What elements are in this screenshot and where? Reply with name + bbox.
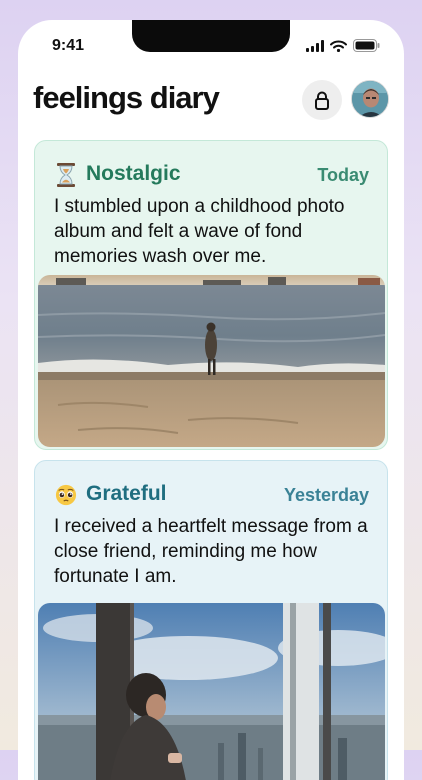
battery-icon: [353, 39, 380, 52]
diary-entry-card[interactable]: Nostalgic Today I stumbled upon a childh…: [34, 140, 388, 450]
entry-photo[interactable]: [38, 603, 385, 780]
phone-screen: 9:41 feelings diary Nostalgic Today I st…: [18, 20, 404, 780]
pleading-face-icon: [55, 484, 77, 506]
status-icons: [306, 39, 380, 52]
avatar[interactable]: [351, 80, 389, 118]
signal-icon: [306, 39, 324, 52]
status-time: 9:41: [52, 37, 85, 54]
entry-date: Yesterday: [283, 485, 369, 505]
lock-button[interactable]: [302, 80, 342, 120]
entry-text: I received a heartfelt message from a cl…: [54, 516, 368, 587]
notch: [132, 20, 290, 52]
lock-icon: [315, 91, 329, 110]
hourglass-icon: [57, 163, 75, 187]
entry-photo[interactable]: [38, 275, 385, 447]
feeling-label: Grateful: [86, 482, 167, 505]
avatar-image: [352, 81, 388, 117]
wifi-icon: [330, 40, 347, 52]
feeling-label: Nostalgic: [86, 162, 181, 185]
diary-entry-card[interactable]: Grateful Yesterday I received a heartfel…: [34, 460, 388, 780]
beach-photo-image: [38, 275, 385, 447]
city-window-photo-image: [38, 603, 385, 780]
page-title: feelings diary: [33, 80, 220, 115]
entry-date: Today: [317, 165, 369, 185]
entry-text: I stumbled upon a childhood photo album …: [54, 196, 345, 267]
